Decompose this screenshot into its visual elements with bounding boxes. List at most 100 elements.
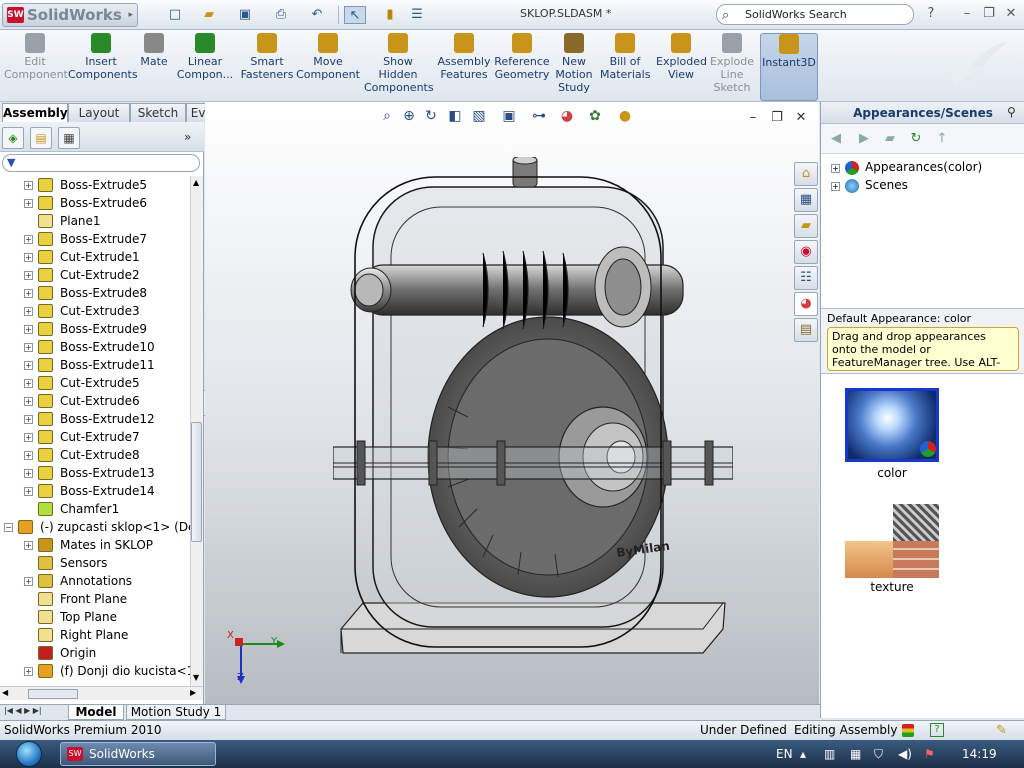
language-indicator[interactable]: EN bbox=[776, 746, 793, 762]
scroll-up-icon[interactable]: ▲ bbox=[193, 178, 199, 187]
tree-item[interactable]: + Boss-Extrude10 bbox=[0, 338, 190, 356]
close-icon[interactable]: ✕ bbox=[1002, 5, 1020, 23]
view-orientation-icon[interactable]: ▧ bbox=[469, 106, 489, 126]
show-hidden-button[interactable]: Show Hidden Components bbox=[364, 33, 434, 101]
taskbar-clock[interactable]: 14:19 bbox=[962, 746, 997, 762]
expand-icon[interactable]: + bbox=[24, 667, 33, 676]
move-component-button[interactable]: Move Component bbox=[296, 33, 360, 101]
texture-appearance-thumbnail[interactable] bbox=[845, 504, 939, 578]
scroll-right-icon[interactable]: ▶ bbox=[190, 688, 196, 697]
hide-show-items-icon[interactable]: ⊶ bbox=[529, 106, 549, 126]
tree-item[interactable]: + Boss-Extrude8 bbox=[0, 284, 190, 302]
minimize-icon[interactable]: – bbox=[958, 5, 976, 23]
explode-line-button[interactable]: Explode Line Sketch bbox=[708, 33, 756, 101]
expand-icon[interactable]: + bbox=[24, 325, 33, 334]
tree-item[interactable]: + Boss-Extrude7 bbox=[0, 230, 190, 248]
scroll-left-icon[interactable]: ◀ bbox=[2, 688, 8, 697]
viewport-close-icon[interactable]: ✕ bbox=[793, 110, 809, 125]
scenes-item[interactable]: Scenes bbox=[865, 178, 908, 192]
expand-icon[interactable]: + bbox=[24, 289, 33, 298]
view-settings-icon[interactable]: ● bbox=[615, 106, 635, 126]
tree-item[interactable]: Chamfer1 bbox=[0, 500, 190, 518]
exploded-view-button[interactable]: Exploded View bbox=[656, 33, 707, 101]
restore-icon[interactable]: ❐ bbox=[980, 5, 998, 23]
tree-item[interactable]: + Boss-Extrude14 bbox=[0, 482, 190, 500]
edit-component-button[interactable]: Edit Component bbox=[4, 33, 68, 101]
tree-item[interactable]: + Boss-Extrude6 bbox=[0, 194, 190, 212]
open-folder-icon[interactable]: ▰ bbox=[200, 6, 218, 24]
tray-expand-icon[interactable]: ▴ bbox=[800, 746, 806, 762]
tree-item[interactable]: Sensors bbox=[0, 554, 190, 572]
tree-item[interactable]: Origin bbox=[0, 644, 190, 662]
assembly-features-button[interactable]: Assembly Features bbox=[436, 33, 492, 101]
expand-icon[interactable]: + bbox=[24, 361, 33, 370]
action-center-icon[interactable]: ⚑ bbox=[924, 746, 935, 762]
viewport-restore-icon[interactable]: ❐ bbox=[769, 110, 785, 125]
expand-icon[interactable]: + bbox=[24, 433, 33, 442]
start-button[interactable] bbox=[12, 740, 52, 768]
expand-panel-icon[interactable]: » bbox=[184, 130, 191, 144]
expand-icon[interactable]: + bbox=[24, 415, 33, 424]
linear-pattern-button[interactable]: Linear Compon... bbox=[172, 33, 238, 101]
instant3d-button[interactable]: Instant3D bbox=[760, 33, 818, 101]
expand-icon[interactable]: + bbox=[24, 397, 33, 406]
view-palette-icon[interactable]: ☷ bbox=[794, 266, 818, 290]
expand-icon[interactable]: + bbox=[24, 235, 33, 244]
undo-icon[interactable]: ↶ bbox=[308, 6, 326, 24]
volume-icon[interactable]: ◀) bbox=[898, 746, 912, 762]
tree-item[interactable]: + Boss-Extrude9 bbox=[0, 320, 190, 338]
property-manager-tab-icon[interactable]: ▤ bbox=[30, 127, 52, 149]
expand-icon[interactable]: + bbox=[24, 451, 33, 460]
appearances-color-item[interactable]: Appearances(color) bbox=[865, 160, 982, 174]
section-view-icon[interactable]: ◧ bbox=[445, 106, 465, 126]
tree-item[interactable]: + Cut-Extrude7 bbox=[0, 428, 190, 446]
expand-icon[interactable]: + bbox=[24, 487, 33, 496]
color-appearance-thumbnail[interactable] bbox=[845, 388, 939, 462]
tree-item[interactable]: + (f) Donji dio kucista<1> bbox=[0, 662, 190, 680]
tree-item[interactable]: + Cut-Extrude5 bbox=[0, 374, 190, 392]
feature-manager-tab-icon[interactable]: ◈ bbox=[2, 127, 24, 149]
tree-item[interactable]: + Boss-Extrude13 bbox=[0, 464, 190, 482]
tree-item[interactable]: Top Plane bbox=[0, 608, 190, 626]
expand-icon[interactable]: + bbox=[24, 253, 33, 262]
save-icon[interactable]: ▣ bbox=[236, 6, 254, 24]
shield-icon[interactable]: ⛉ bbox=[874, 746, 883, 762]
rebuild-icon[interactable]: ▮ bbox=[382, 6, 398, 24]
tree-item[interactable]: Plane1 bbox=[0, 212, 190, 230]
tree-item[interactable]: + Mates in SKLOP bbox=[0, 536, 190, 554]
previous-view-icon[interactable]: ↻ bbox=[421, 106, 441, 126]
design-library-icon[interactable]: ▦ bbox=[794, 188, 818, 212]
configuration-manager-tab-icon[interactable]: ▦ bbox=[58, 127, 80, 149]
tab-layout[interactable]: Layout bbox=[68, 103, 130, 122]
network-icon[interactable]: ▥ bbox=[824, 746, 835, 762]
expand-icon[interactable]: + bbox=[24, 199, 33, 208]
tree-item[interactable]: + Cut-Extrude6 bbox=[0, 392, 190, 410]
tree-item[interactable]: + Cut-Extrude2 bbox=[0, 266, 190, 284]
expand-icon[interactable]: + bbox=[24, 541, 33, 550]
tab-assembly[interactable]: Assembly bbox=[2, 103, 68, 123]
new-document-icon[interactable]: □ bbox=[166, 6, 184, 24]
help-button[interactable]: ? bbox=[922, 5, 940, 23]
expand-icon[interactable]: + bbox=[24, 271, 33, 280]
edit-appearance-icon[interactable]: ◕ bbox=[557, 106, 577, 126]
options-icon[interactable]: ☰ bbox=[408, 6, 426, 24]
zoom-area-icon[interactable]: ⊕ bbox=[399, 106, 419, 126]
tree-item[interactable]: Front Plane bbox=[0, 590, 190, 608]
back-icon[interactable]: ◀ bbox=[827, 130, 845, 148]
forward-icon[interactable]: ▶ bbox=[855, 130, 873, 148]
help-status-icon[interactable]: ? bbox=[930, 723, 944, 737]
appearances-tab-icon[interactable]: ◕ bbox=[794, 292, 818, 316]
tree-scroll-thumb[interactable] bbox=[191, 422, 202, 542]
apply-scene-icon[interactable]: ✿ bbox=[585, 106, 605, 126]
up-folder-icon[interactable]: ↑ bbox=[933, 130, 951, 148]
tree-horizontal-scrollbar[interactable]: ◀ ▶ bbox=[0, 686, 203, 700]
tree-item[interactable]: + Annotations bbox=[0, 572, 190, 590]
expand-icon[interactable]: + bbox=[24, 307, 33, 316]
tab-motion-study[interactable]: Motion Study 1 bbox=[126, 705, 226, 720]
expand-icon[interactable]: + bbox=[24, 379, 33, 388]
tree-item[interactable]: + Cut-Extrude8 bbox=[0, 446, 190, 464]
home-icon[interactable]: ⌂ bbox=[794, 162, 818, 186]
gearbox-model[interactable]: ByMilan bbox=[333, 157, 733, 677]
tree-item[interactable]: + Boss-Extrude12 bbox=[0, 410, 190, 428]
scroll-down-icon[interactable]: ▼ bbox=[193, 673, 199, 682]
